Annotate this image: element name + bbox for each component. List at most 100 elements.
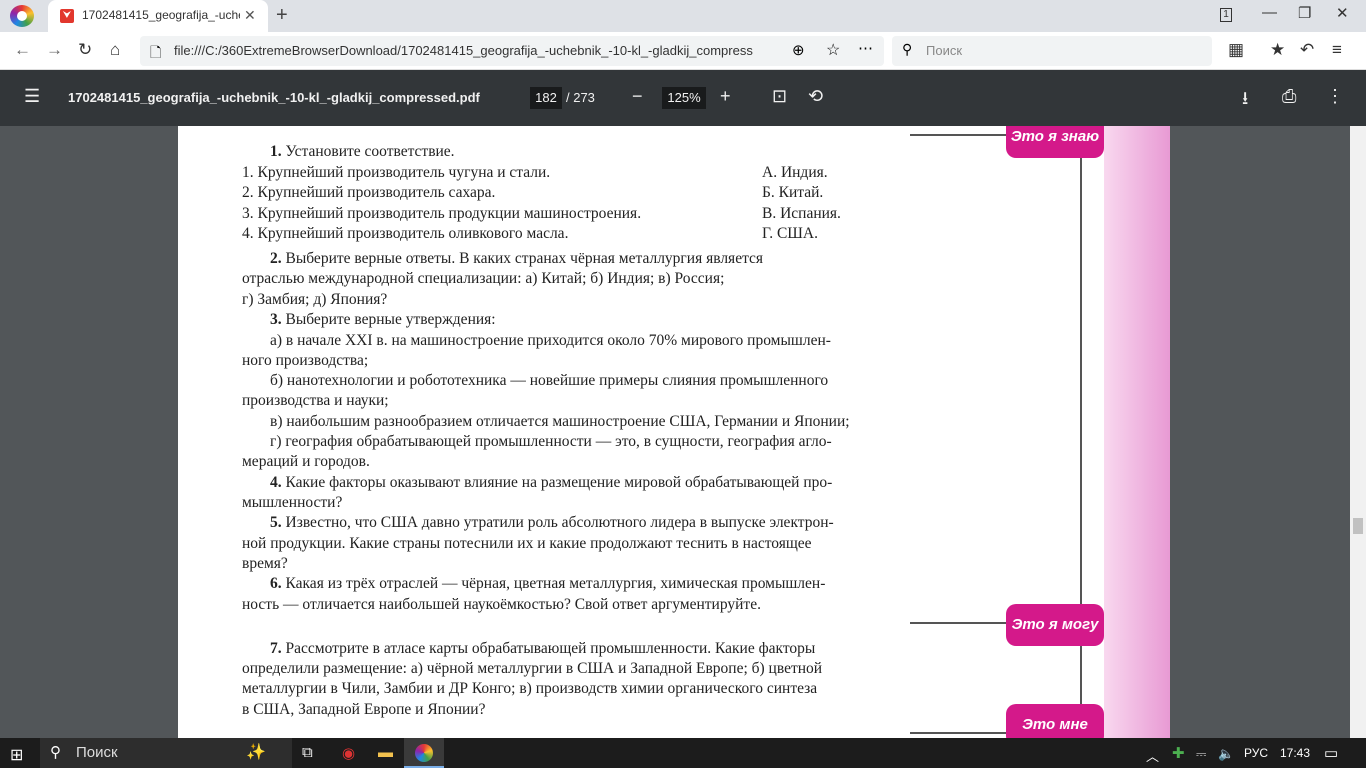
- q3-line: в) наибольшим разнообразием отличается м…: [270, 413, 850, 430]
- q6-line: ность — отличается наибольшей наукоёмкос…: [242, 596, 761, 613]
- q7-line: 7. Рассмотрите в атласе карты обрабатыва…: [270, 640, 815, 658]
- q3-line: г) география обрабатывающей промышленнос…: [270, 433, 832, 450]
- q3-num: 3.: [270, 311, 282, 328]
- home-icon[interactable]: ⌂: [110, 40, 120, 60]
- print-icon[interactable]: ⎙: [1282, 86, 1296, 107]
- q4-line: 4. Какие факторы оказывают влияние на ра…: [270, 474, 832, 492]
- chevron-up-icon[interactable]: ︿: [1146, 746, 1159, 765]
- folder-icon[interactable]: ▬: [378, 744, 393, 761]
- q1-num: 1.: [270, 143, 282, 160]
- q6-text: Какая из трёх отраслей — чёрная, цветная…: [285, 575, 826, 592]
- q5-line: ной продукции. Какие страны потеснили их…: [242, 535, 812, 552]
- url-text[interactable]: file:///C:/360ExtremeBrowserDownload/170…: [174, 43, 786, 58]
- close-tab-icon[interactable]: ✕: [244, 7, 256, 24]
- scrollbar-thumb[interactable]: [1353, 518, 1363, 534]
- q6-line: 6. Какая из трёх отраслей — чёрная, цвет…: [270, 575, 825, 593]
- undo-icon[interactable]: ↶: [1300, 40, 1314, 60]
- shield-icon[interactable]: ✚: [1172, 744, 1185, 762]
- page-total: / 273: [566, 90, 595, 105]
- volume-icon[interactable]: 🔈: [1218, 746, 1234, 762]
- forward-icon[interactable]: →: [46, 40, 63, 60]
- q1-answer: А. Индия.: [762, 164, 828, 181]
- menu-icon[interactable]: ≡: [1332, 40, 1342, 60]
- tag-eto-mne: Это мне: [1006, 704, 1104, 738]
- q1-item: 3. Крупнейший производитель продукции ма…: [242, 205, 642, 222]
- scrollbar[interactable]: [1350, 126, 1366, 738]
- q6-num: 6.: [270, 575, 282, 592]
- page-sidebar: [1104, 126, 1170, 738]
- hamburger-menu-icon[interactable]: ☰: [24, 86, 40, 107]
- browser-taskbar-icon: [415, 744, 433, 762]
- more-icon[interactable]: ⋯: [858, 39, 873, 57]
- pdf-page: Это я знаю Это я могу Это мне 1. Установ…: [178, 126, 1170, 738]
- app-icon[interactable]: ◉: [342, 744, 355, 762]
- q1-answer: Г. США.: [762, 225, 819, 242]
- apps-icon[interactable]: ▦: [1228, 40, 1244, 60]
- q2-line: отраслью международной специализации: а)…: [242, 270, 725, 287]
- zoom-out-button[interactable]: −: [632, 86, 643, 107]
- divider: [910, 134, 1008, 136]
- zoom-in-button[interactable]: +: [720, 86, 731, 107]
- tab-bar: ⮟ 1702481415_geografija_-uchebnik_-10-kl…: [0, 0, 1366, 32]
- page-number-input[interactable]: 182: [530, 87, 562, 109]
- favorites-icon[interactable]: ★: [1270, 40, 1285, 60]
- q2-line: 2. Выберите верные ответы. В каких стран…: [270, 250, 763, 268]
- search-icon: ⚲: [902, 41, 913, 57]
- search-input[interactable]: ⚲ Поиск: [892, 36, 1212, 66]
- tab-count[interactable]: 1: [1220, 8, 1232, 22]
- zoom-input[interactable]: 125%: [662, 87, 706, 109]
- q1-answer: В. Испания.: [762, 205, 841, 222]
- q5-line: время?: [242, 555, 288, 572]
- q2-text: Выберите верные ответы. В каких странах …: [285, 250, 764, 267]
- q5-num: 5.: [270, 514, 282, 531]
- q4-line: мышленности?: [242, 494, 343, 511]
- browser-tab[interactable]: ⮟ 1702481415_geografija_-uchebnik_-10-kl…: [48, 0, 268, 32]
- q4-text: Какие факторы оказывают влияние на разме…: [285, 474, 833, 491]
- minimize-button[interactable]: —: [1262, 4, 1277, 21]
- browser-logo-icon[interactable]: [10, 5, 34, 27]
- q7-line: определили размещение: а) чёрной металлу…: [242, 660, 823, 677]
- q1-text: Установите соответствие.: [285, 143, 455, 160]
- search-placeholder: Поиск: [926, 43, 963, 58]
- taskbar-search[interactable]: ⚲ Поиск ✨: [40, 738, 292, 768]
- network-icon[interactable]: ⎓: [1196, 746, 1206, 762]
- new-tab-button[interactable]: +: [276, 4, 288, 27]
- taskbar-search-text: Поиск: [76, 744, 118, 761]
- file-icon: 🗋: [150, 44, 162, 60]
- notification-icon[interactable]: ▭: [1324, 744, 1338, 762]
- q4-num: 4.: [270, 474, 282, 491]
- browser-taskbar-button[interactable]: [404, 738, 444, 768]
- q7-text: Рассмотрите в атласе карты обрабатывающе…: [285, 640, 816, 657]
- rotate-icon[interactable]: ⟲: [808, 86, 823, 107]
- reload-icon[interactable]: ↻: [78, 40, 92, 60]
- language-indicator[interactable]: РУС: [1244, 746, 1268, 760]
- url-field[interactable]: 🗋 file:///C:/360ExtremeBrowserDownload/1…: [140, 36, 884, 66]
- bookmark-star-icon[interactable]: ☆: [826, 40, 840, 60]
- pdf-icon: ⮟: [60, 9, 74, 23]
- back-icon[interactable]: ←: [14, 40, 31, 60]
- q7-line: в США, Западной Европе и Японии?: [242, 701, 486, 718]
- q3-line: а) в начале XXI в. на машиностроение при…: [270, 332, 831, 349]
- task-view-icon[interactable]: ⧉: [302, 744, 313, 761]
- fit-page-icon[interactable]: ⊡: [772, 86, 787, 107]
- clock[interactable]: 17:43: [1280, 746, 1310, 760]
- more-options-icon[interactable]: ⋮: [1326, 86, 1344, 107]
- sparkle-icon: ✨: [246, 744, 266, 761]
- pdf-title: 1702481415_geografija_-uchebnik_-10-kl_-…: [68, 90, 480, 105]
- maximize-button[interactable]: ❐: [1298, 4, 1311, 22]
- sidebar-line: [1080, 156, 1082, 738]
- close-window-button[interactable]: ✕: [1336, 4, 1349, 22]
- address-bar-row: ← → ↻ ⌂ 🗋 file:///C:/360ExtremeBrowserDo…: [0, 32, 1366, 70]
- pdf-viewer: Это я знаю Это я могу Это мне 1. Установ…: [0, 126, 1366, 738]
- q1-answer: Б. Китай.: [762, 184, 824, 201]
- zoom-icon[interactable]: ⊕: [792, 41, 805, 59]
- q1-item: 1. Крупнейший производитель чугуна и ста…: [242, 164, 551, 181]
- q3-line: б) нанотехнологии и робототехника — нове…: [270, 372, 829, 389]
- q7-num: 7.: [270, 640, 282, 657]
- q5-line: 5. Известно, что США давно утратили роль…: [270, 514, 834, 532]
- q3-text: Выберите верные утверждения:: [285, 311, 496, 328]
- q3-line: мераций и городов.: [242, 453, 370, 470]
- download-icon[interactable]: ⭳: [1242, 86, 1248, 116]
- windows-start-icon[interactable]: ⊞: [10, 745, 23, 765]
- pdf-toolbar: ☰ 1702481415_geografija_-uchebnik_-10-kl…: [0, 70, 1366, 126]
